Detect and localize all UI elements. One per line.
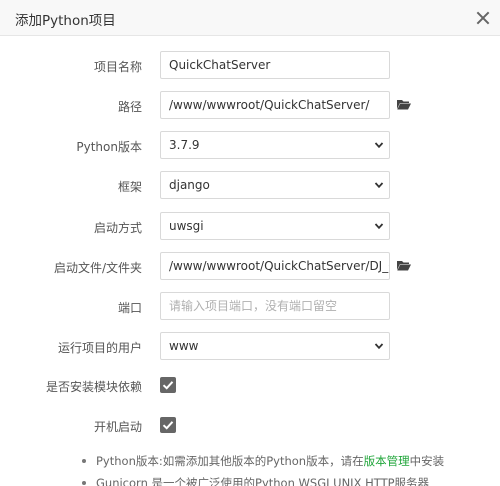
chevron-down-icon xyxy=(374,223,384,230)
startup-file-label: 启动文件/文件夹 xyxy=(53,261,142,275)
start-method-select[interactable]: uwsgi xyxy=(160,212,390,240)
start-method-label: 启动方式 xyxy=(93,221,142,235)
project-name-label: 项目名称 xyxy=(93,60,142,74)
path-label: 路径 xyxy=(117,100,142,114)
check-icon xyxy=(162,421,174,430)
run-user-value: www xyxy=(169,339,199,353)
autostart-checkbox[interactable] xyxy=(160,417,176,433)
port-field[interactable] xyxy=(160,292,390,320)
folder-icon[interactable] xyxy=(397,99,411,110)
path-input[interactable]: /www/wwwroot/QuickChatServer/ xyxy=(160,91,390,119)
install-deps-label: 是否安装模块依赖 xyxy=(45,380,142,394)
list-item: Gunicorn 是一个被广泛使用的Python WSGI UNIX HTTP服… xyxy=(80,475,490,486)
note-text: Gunicorn 是一个被广泛使用的Python WSGI UNIX HTTP服… xyxy=(96,476,430,486)
framework-label: 框架 xyxy=(117,180,142,194)
version-manager-link[interactable]: 版本管理 xyxy=(364,454,410,468)
close-icon[interactable] xyxy=(474,9,492,27)
project-name-value: QuickChatServer xyxy=(169,58,271,72)
chevron-down-icon xyxy=(374,343,384,350)
startup-file-input[interactable]: /www/wwwroot/QuickChatServer/DJ_QuickC xyxy=(160,252,390,280)
project-name-input[interactable]: QuickChatServer xyxy=(160,51,390,79)
run-user-select[interactable]: www xyxy=(160,332,390,360)
framework-value: django xyxy=(169,178,210,192)
note-text: 中安装 xyxy=(409,454,445,468)
startup-file-value: /www/wwwroot/QuickChatServer/DJ_QuickC xyxy=(169,259,389,273)
start-method-value: uwsgi xyxy=(169,219,204,233)
python-version-select[interactable]: 3.7.9 xyxy=(160,131,390,159)
dialog-titlebar: 添加Python项目 xyxy=(0,0,500,36)
install-deps-checkbox[interactable] xyxy=(160,377,176,393)
list-item: Python版本:如需添加其他版本的Python版本，请在版本管理中安装 xyxy=(80,453,490,475)
framework-select[interactable]: django xyxy=(160,171,390,199)
chevron-down-icon xyxy=(374,182,384,189)
note-text: Python版本:如需添加其他版本的Python版本，请在 xyxy=(96,454,364,468)
check-icon xyxy=(162,381,174,390)
run-user-label: 运行项目的用户 xyxy=(57,341,142,355)
python-version-value: 3.7.9 xyxy=(169,138,200,152)
chevron-down-icon xyxy=(374,142,384,149)
autostart-label: 开机启动 xyxy=(93,420,142,434)
port-input[interactable] xyxy=(169,293,381,319)
folder-icon[interactable] xyxy=(397,260,411,271)
path-value: /www/wwwroot/QuickChatServer/ xyxy=(169,98,370,112)
python-version-label: Python版本 xyxy=(76,140,142,154)
port-label: 端口 xyxy=(117,301,142,315)
dialog-title: 添加Python项目 xyxy=(15,13,116,29)
help-notes: Python版本:如需添加其他版本的Python版本，请在版本管理中安装 Gun… xyxy=(80,453,490,486)
